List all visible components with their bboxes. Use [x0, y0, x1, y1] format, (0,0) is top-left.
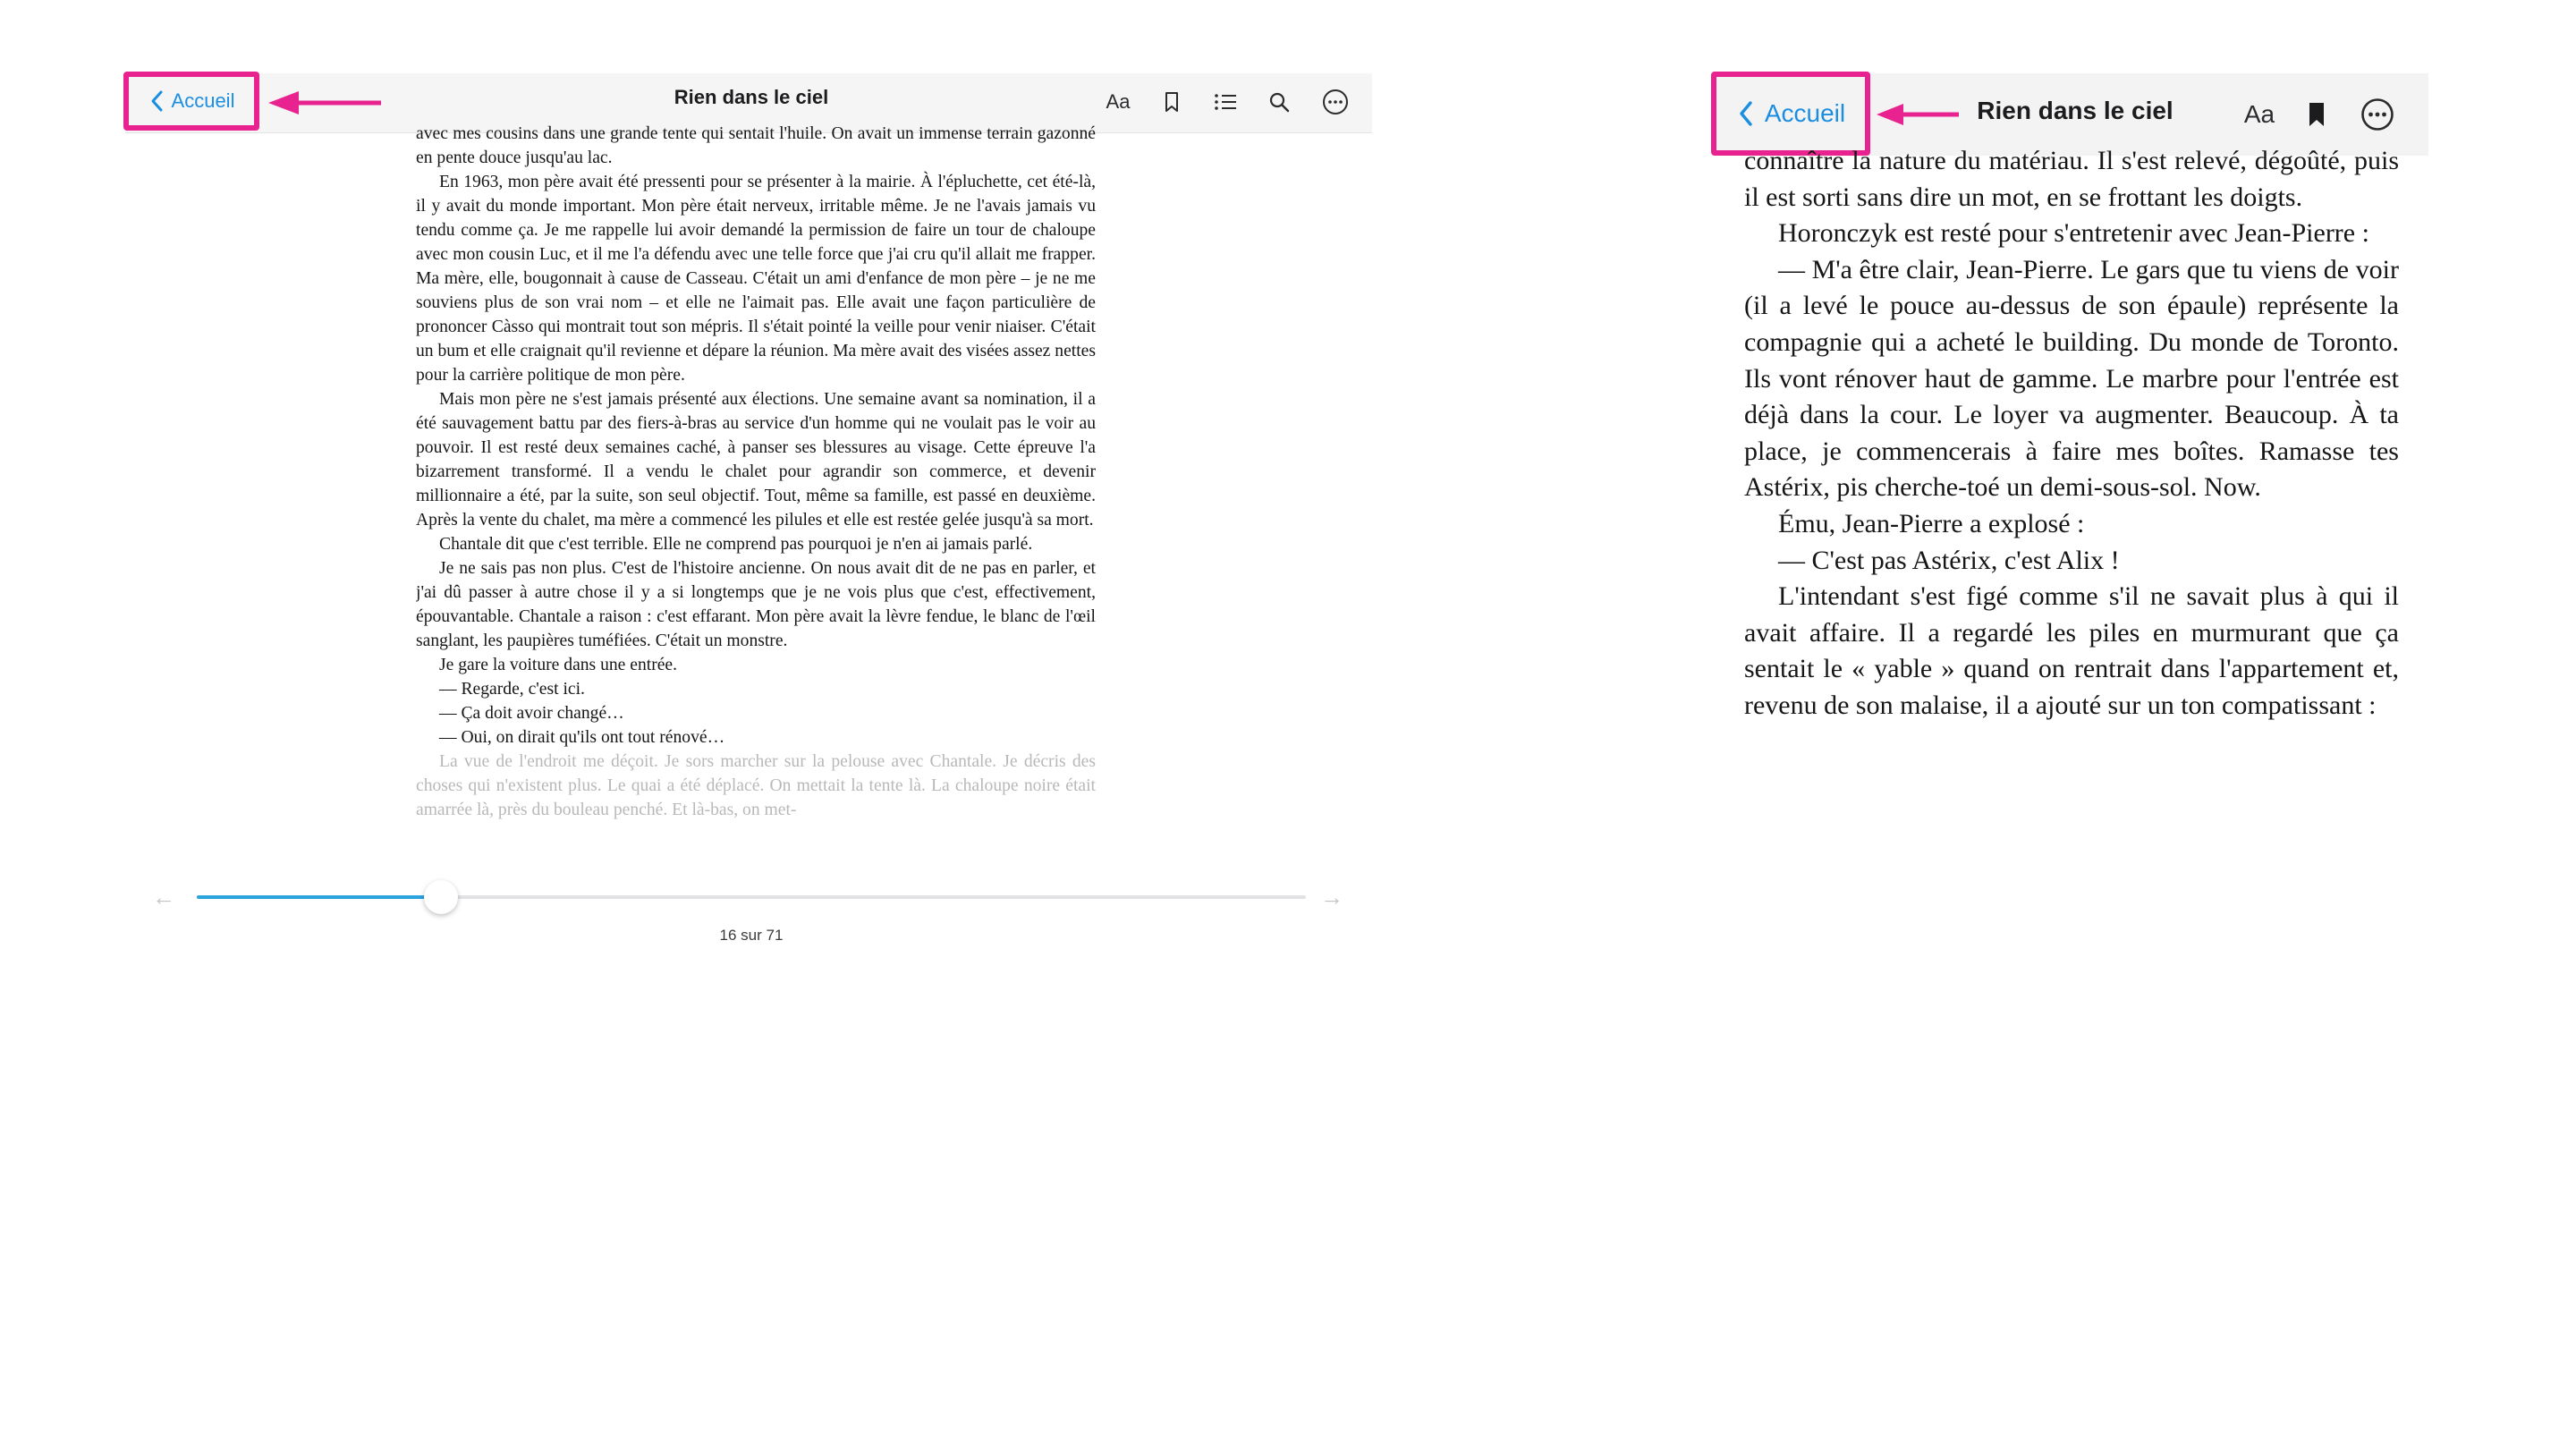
more-icon[interactable] — [1319, 86, 1352, 118]
paragraph: Je gare la voiture dans une entrée. — [439, 656, 678, 674]
dialogue-line: — Oui, on dirait qu'ils ont tout rénové… — [439, 728, 725, 747]
page-indicator: 16 sur 71 — [719, 927, 784, 944]
paragraph: Ému, Jean-Pierre a explosé : — [1778, 508, 2085, 538]
next-page-arrow-icon[interactable]: → — [1318, 884, 1345, 911]
dialogue-line: — M'a être clair, Jean-Pierre. Le gars q… — [1744, 254, 2399, 503]
back-button-label: Accueil — [171, 89, 235, 112]
more-icon[interactable] — [2358, 95, 2397, 134]
chevron-left-icon — [151, 90, 163, 112]
font-button-label: Aa — [1106, 90, 1131, 113]
annotation-arrow — [1877, 104, 1959, 125]
book-title: Rien dans le ciel — [1977, 97, 2174, 124]
dialogue-line: — Regarde, c'est ici. — [439, 680, 585, 699]
back-button[interactable]: Accueil — [123, 72, 259, 131]
paragraph: Mais mon père ne s'est jamais présenté a… — [416, 390, 1096, 530]
paragraph: L'intendant s'est figé comme s'il ne sav… — [1744, 581, 2399, 720]
ipad-reader-panel: Accueil Rien dans le ciel Aa avec mes co… — [0, 0, 1377, 984]
text-size-icon[interactable]: Aa — [2240, 95, 2279, 134]
text-size-icon[interactable]: Aa — [1102, 86, 1134, 118]
contents-list-icon[interactable] — [1209, 86, 1241, 118]
paragraph: Je ne sais pas non plus. C'est de l'hist… — [416, 559, 1096, 650]
paragraph: connaître la nature du matériau. Il s'es… — [1744, 146, 2399, 212]
page-text: avec mes cousins dans une grande tente q… — [416, 122, 1096, 918]
back-button-label: Accueil — [1764, 99, 1846, 127]
dialogue-line: — C'est pas Astérix, c'est Alix ! — [1778, 545, 2120, 575]
page-text: connaître la nature du matériau. Il s'es… — [1744, 143, 2399, 884]
dialogue-line: — Ça doit avoir changé… — [439, 704, 624, 723]
chevron-left-icon — [1740, 101, 1752, 126]
page-slider-fill — [197, 895, 441, 899]
annotation-arrow — [268, 91, 381, 114]
book-title: Rien dans le ciel — [674, 86, 829, 108]
bookmark-icon[interactable] — [1156, 86, 1188, 118]
page-slider[interactable] — [197, 880, 1306, 914]
page-slider-thumb[interactable] — [423, 880, 458, 914]
search-icon[interactable] — [1263, 86, 1295, 118]
paragraph: En 1963, mon père avait été pressenti po… — [416, 173, 1096, 385]
paragraph: La vue de l'endroit me déçoit. Je sors m… — [416, 752, 1096, 819]
paragraph: Chantale dit que c'est terrible. Elle ne… — [439, 535, 1033, 554]
bookmark-filled-icon[interactable] — [2297, 95, 2336, 134]
paragraph: Horonczyk est resté pour s'entretenir av… — [1778, 218, 2369, 249]
previous-page-arrow-icon[interactable]: ← — [150, 884, 177, 911]
font-button-label: Aa — [2243, 100, 2275, 128]
paragraph: avec mes cousins dans une grande tente q… — [416, 124, 1096, 167]
